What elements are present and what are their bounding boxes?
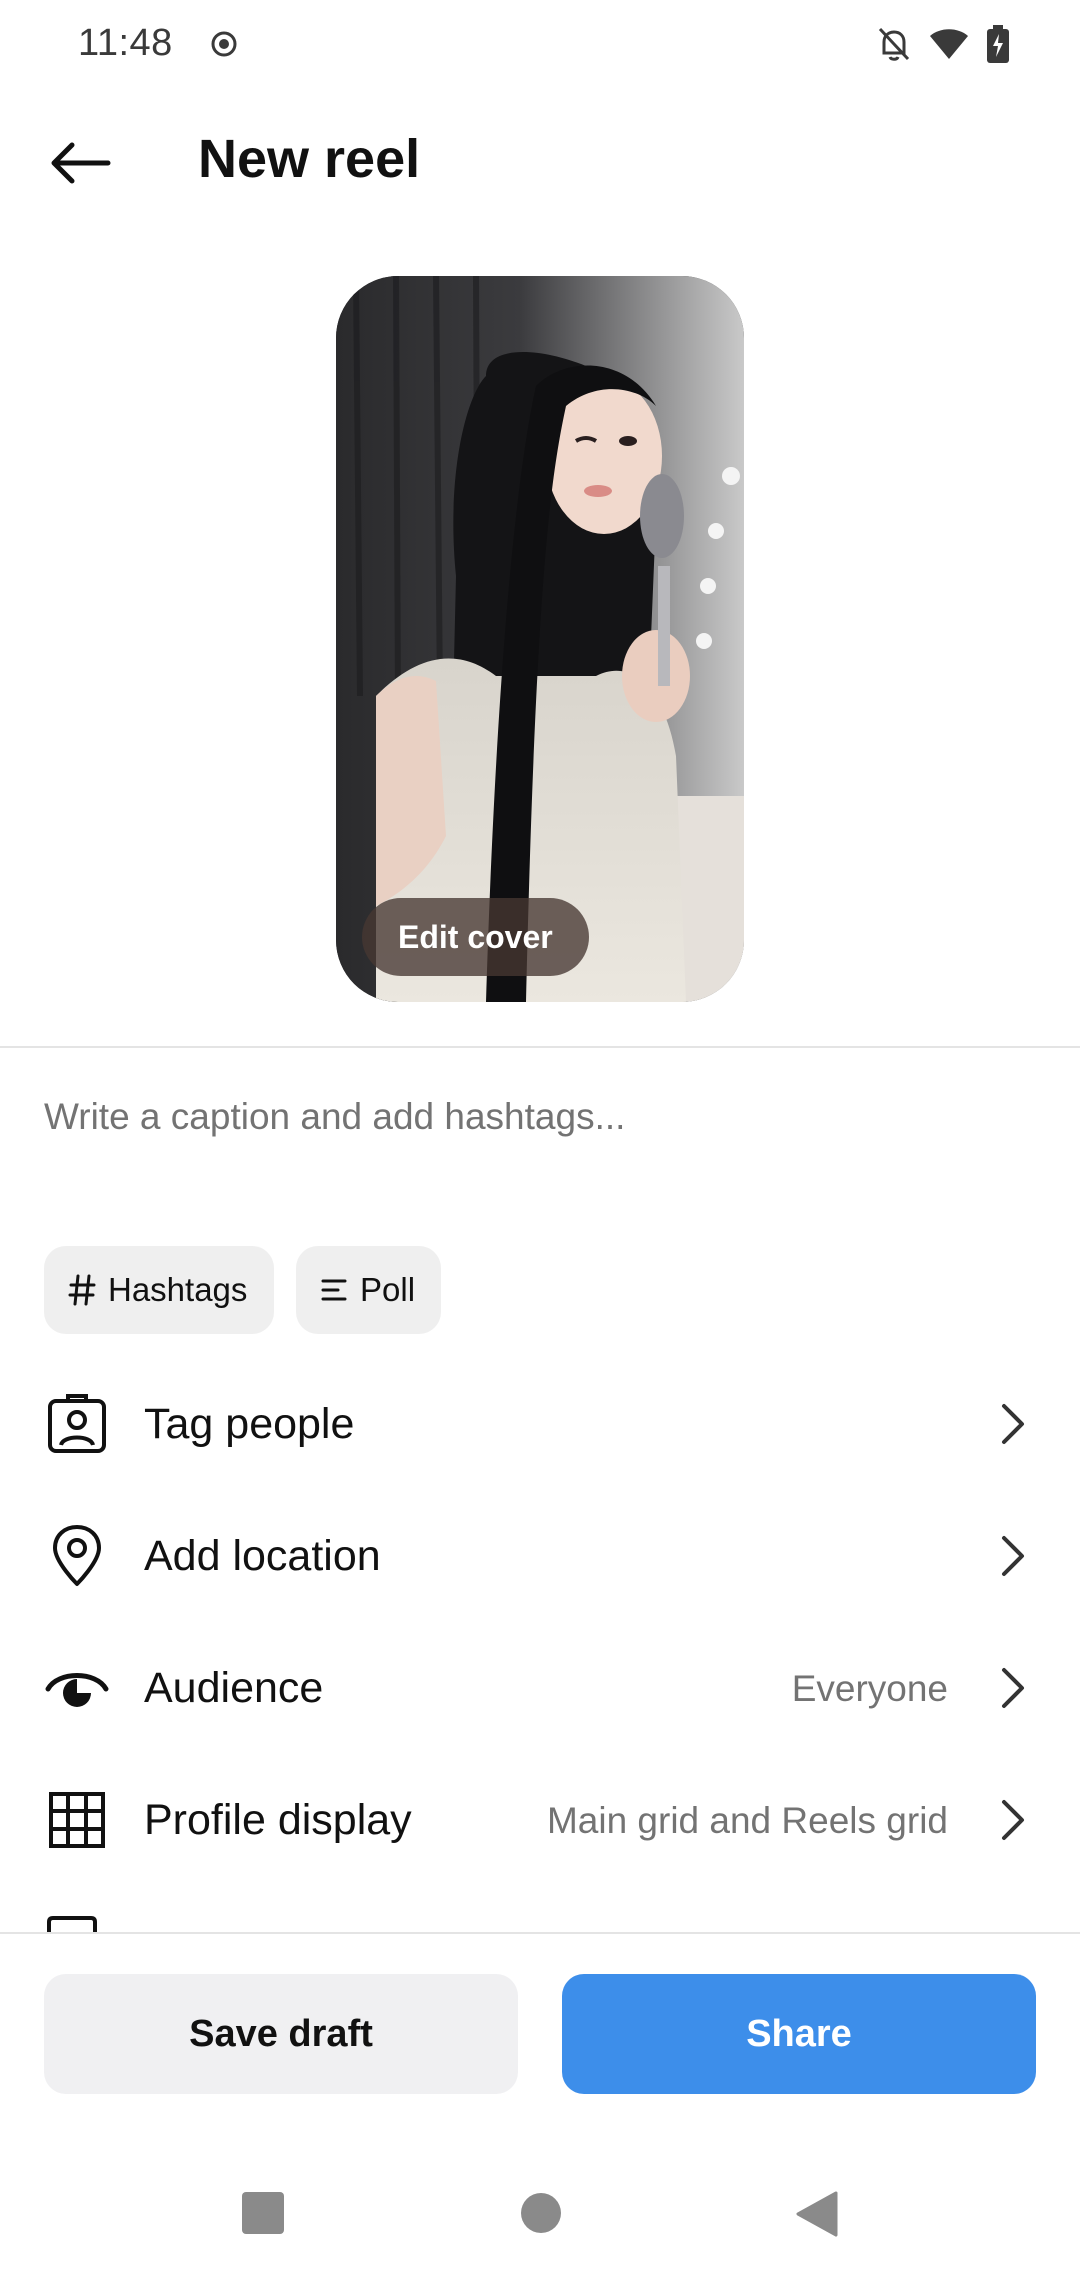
chevron-right-icon <box>1002 1800 1024 1840</box>
save-draft-button[interactable]: Save draft <box>44 1974 518 2094</box>
poll-chip-label: Poll <box>360 1271 416 1308</box>
audience-eye-icon <box>44 1655 110 1721</box>
option-row-add-location[interactable]: Add location <box>0 1490 1080 1622</box>
status-time: 11:48 <box>78 22 173 64</box>
reel-cover-preview[interactable]: Edit cover <box>336 276 744 1002</box>
nav-back-button[interactable] <box>794 2190 840 2238</box>
bell-off-icon <box>878 27 910 61</box>
location-pin-icon <box>44 1523 110 1589</box>
grid-icon <box>44 1787 110 1853</box>
option-value: Everyone <box>791 1668 948 1709</box>
poll-chip[interactable]: Poll <box>296 1246 441 1334</box>
arrow-left-icon <box>51 142 111 184</box>
option-row-tag-people[interactable]: Tag people <box>0 1358 1080 1490</box>
hashtags-chip[interactable]: Hashtags <box>44 1246 274 1334</box>
edit-cover-button[interactable]: Edit cover <box>362 898 589 976</box>
option-label: Audience <box>144 1664 324 1712</box>
screen-record-icon <box>211 31 237 57</box>
back-button[interactable] <box>40 128 120 198</box>
bottom-divider <box>0 1932 1080 1934</box>
chevron-right-icon <box>1002 1668 1024 1708</box>
caption-input[interactable]: Write a caption and add hashtags... <box>44 1096 625 1138</box>
chevron-right-icon <box>1002 1536 1024 1576</box>
chevron-right-icon <box>1002 1404 1024 1444</box>
wifi-icon <box>930 29 968 59</box>
page-title: New reel <box>198 129 421 189</box>
option-label: Profile display <box>144 1796 412 1844</box>
option-row-profile-display[interactable]: Profile display Main grid and Reels grid <box>0 1754 1080 1886</box>
divider <box>0 1046 1080 1048</box>
cover-image <box>336 276 744 1002</box>
hash-icon <box>68 1274 96 1306</box>
option-value: Main grid and Reels grid <box>546 1800 948 1841</box>
battery-charging-icon <box>987 25 1009 63</box>
tag-person-icon <box>44 1391 110 1457</box>
nav-recents-button[interactable] <box>240 2190 286 2236</box>
nav-home-button[interactable] <box>518 2190 564 2236</box>
option-row-audience[interactable]: Audience Everyone <box>0 1622 1080 1754</box>
poll-icon <box>321 1279 347 1301</box>
share-button[interactable]: Share <box>562 1974 1036 2094</box>
hashtags-chip-label: Hashtags <box>108 1271 248 1308</box>
option-label: Add location <box>144 1532 381 1580</box>
status-icons <box>876 24 1010 64</box>
option-label: Tag people <box>144 1400 355 1448</box>
